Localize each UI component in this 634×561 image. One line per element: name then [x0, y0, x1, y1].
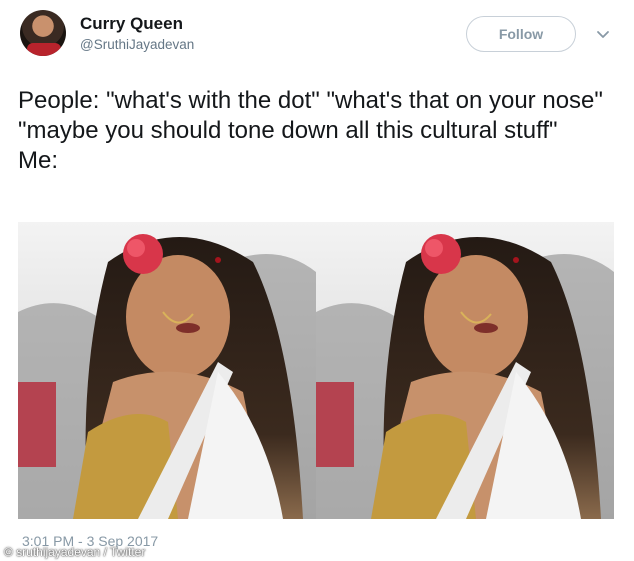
user-handle[interactable]: @SruthiJayadevan [80, 37, 194, 52]
chevron-down-icon[interactable] [596, 27, 610, 41]
avatar[interactable] [20, 10, 66, 56]
follow-button[interactable]: Follow [466, 16, 576, 52]
tweet-photo-right[interactable] [316, 222, 614, 519]
photo-image [18, 222, 316, 519]
image-credit: © sruthijayadevan / Twitter [4, 545, 146, 559]
tweet-text: People: "what's with the dot" "what's th… [18, 87, 603, 174]
photo-image [316, 222, 614, 519]
tweet-photo-left[interactable] [18, 222, 316, 519]
user-display-name[interactable]: Curry Queen [80, 14, 183, 34]
